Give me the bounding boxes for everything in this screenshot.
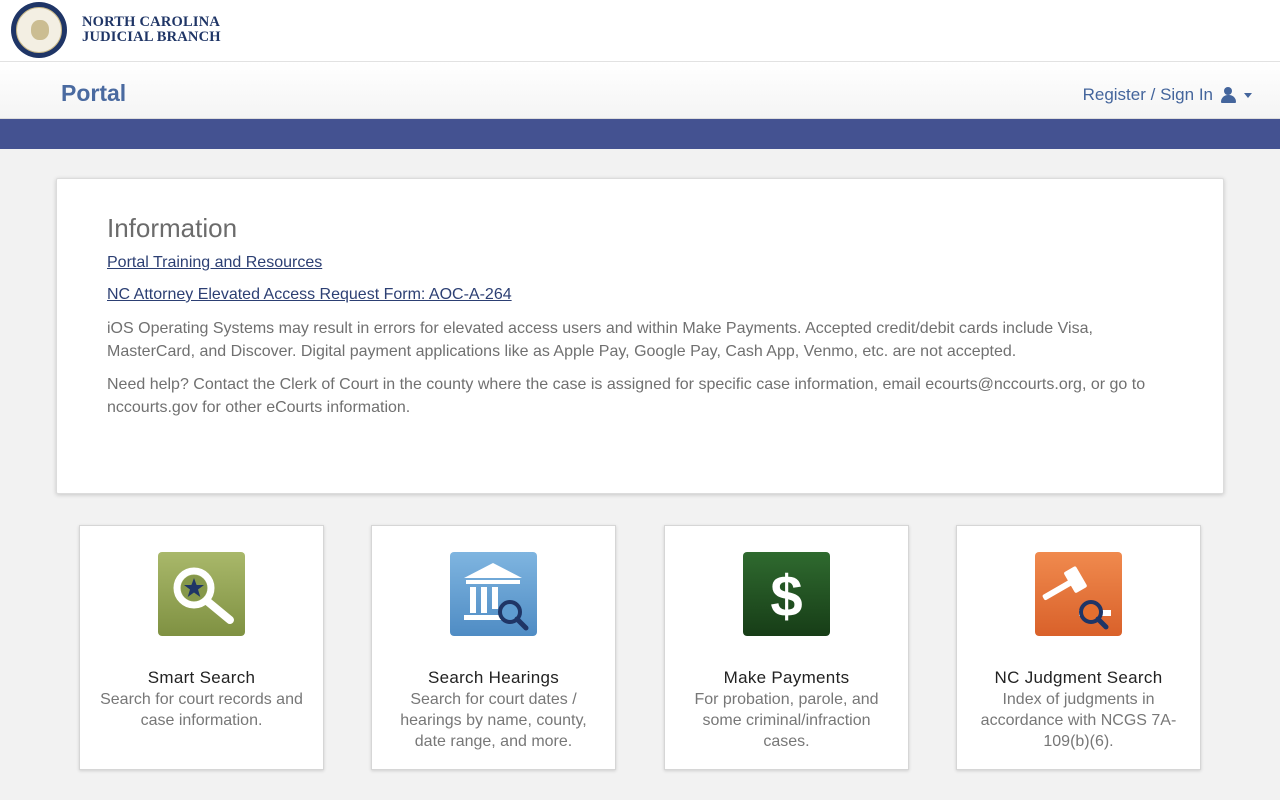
information-heading: Information bbox=[107, 213, 238, 243]
brand-line-1: NORTH CAROLINA bbox=[82, 14, 221, 30]
dollar-icon: $ bbox=[743, 552, 830, 636]
top-branding-bar: NORTH CAROLINA JUDICIAL BRANCH bbox=[0, 0, 1280, 61]
information-panel: Information Portal Training and Resource… bbox=[56, 178, 1224, 494]
tile-title: NC Judgment Search bbox=[994, 668, 1163, 687]
seal-inner bbox=[16, 7, 62, 53]
tile-description: For probation, parole, and some criminal… bbox=[694, 691, 879, 750]
portal-training-link[interactable]: Portal Training and Resources bbox=[107, 254, 322, 272]
tile-title: Smart Search bbox=[147, 668, 256, 687]
brand-name[interactable]: NORTH CAROLINA JUDICIAL BRANCH bbox=[82, 15, 221, 45]
ios-payment-notice: iOS Operating Systems may result in erro… bbox=[107, 320, 1093, 360]
brand-line-2: JUDICIAL BRANCH bbox=[82, 29, 221, 45]
smart-search-tile[interactable]: Smart Search Search for court records an… bbox=[79, 525, 324, 770]
user-icon bbox=[1221, 87, 1236, 103]
register-signin-menu[interactable]: Register / Sign In bbox=[1083, 85, 1252, 105]
caret-down-icon bbox=[1244, 92, 1252, 98]
tile-title: Make Payments bbox=[723, 668, 850, 687]
courthouse-search-icon bbox=[450, 552, 537, 636]
portal-title[interactable]: Portal bbox=[61, 80, 126, 107]
tile-title: Search Hearings bbox=[427, 668, 560, 687]
tile-description: Search for court records and case inform… bbox=[100, 691, 303, 729]
judicial-seal-logo[interactable] bbox=[11, 2, 67, 58]
search-hearings-tile[interactable]: Search Hearings Search for court dates /… bbox=[371, 525, 616, 770]
svg-text:$: $ bbox=[770, 564, 802, 629]
magnifier-star-icon bbox=[158, 552, 245, 636]
help-contact-notice: Need help? Contact the Clerk of Court in… bbox=[107, 376, 1146, 416]
tile-description: Search for court dates / hearings by nam… bbox=[400, 691, 587, 750]
nc-judgment-search-tile[interactable]: NC Judgment Search Index of judgments in… bbox=[956, 525, 1201, 770]
portal-nav-bar: Portal Register / Sign In bbox=[0, 61, 1280, 119]
gavel-search-icon bbox=[1035, 552, 1122, 636]
make-payments-tile[interactable]: $ Make Payments For probation, parole, a… bbox=[664, 525, 909, 770]
seal-emblem bbox=[31, 20, 49, 40]
tile-description: Index of judgments in accordance with NC… bbox=[980, 691, 1177, 750]
attorney-access-form-link[interactable]: NC Attorney Elevated Access Request Form… bbox=[107, 286, 512, 304]
header-band bbox=[0, 119, 1280, 149]
signin-label: Register / Sign In bbox=[1082, 85, 1213, 104]
